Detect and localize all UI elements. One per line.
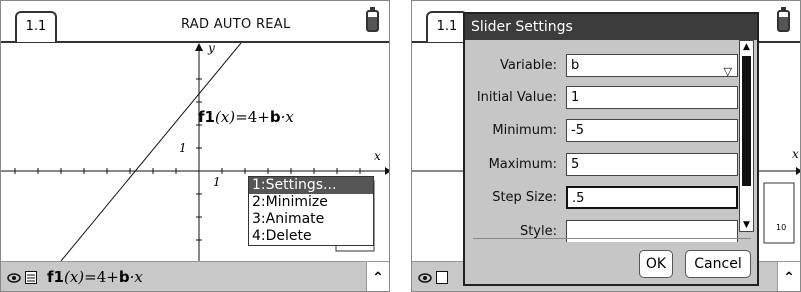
menu-item-animate[interactable]: 3:Animate: [249, 211, 373, 228]
tick-10-label: 10: [776, 223, 787, 232]
initial-row: Initial Value: 1: [465, 86, 738, 110]
minimum-row: Minimum: -5: [465, 119, 738, 143]
entry-func-name: f1: [47, 268, 64, 286]
x-axis-label-right: x: [792, 147, 799, 161]
x-axis-arrow: [385, 167, 389, 175]
status-text: RAD AUTO REAL: [181, 17, 291, 32]
maximum-row: Maximum: 5: [465, 153, 738, 177]
dropdown-arrow-icon: ▽: [723, 65, 732, 78]
maximum-field[interactable]: 5: [566, 153, 738, 176]
battery-icon: [366, 7, 379, 32]
entry-line-bar: f1(x)=4+b·x ⌃: [1, 261, 389, 291]
context-menu: 1:Settings... 2:Minimize 3:Animate 4:Del…: [248, 176, 374, 246]
function-label[interactable]: f1(x)=4+b·x: [198, 108, 294, 126]
step-label: Step Size:: [492, 190, 557, 205]
scroll-down-icon[interactable]: ▼: [741, 219, 752, 231]
y-axis-arrow: [195, 43, 203, 51]
entry-func-pre: =4+: [84, 268, 119, 286]
dialog-scrollbar[interactable]: ▲ ▼: [739, 40, 754, 232]
eye-icon[interactable]: [7, 271, 21, 285]
maximum-label: Maximum:: [488, 157, 557, 172]
dialog-body: Variable: b ▽ Initial Value: 1 Minimum: -…: [465, 40, 757, 242]
variable-dropdown[interactable]: b ▽: [566, 54, 738, 78]
minimum-field[interactable]: -5: [566, 119, 738, 142]
function-post: ·x: [280, 108, 294, 126]
left-screen: 1.1 RAD AUTO REAL y x 1 1 f1(x)=4+b·x 1:…: [0, 0, 390, 292]
step-size-field[interactable]: .5: [566, 186, 738, 209]
x-tick-label: 1: [213, 175, 221, 189]
cancel-button[interactable]: Cancel: [685, 250, 751, 278]
style-label: Style:: [519, 224, 557, 239]
scroll-thumb[interactable]: [742, 56, 751, 186]
variable-row: Variable: b ▽: [465, 54, 738, 78]
entry-func-b: b: [118, 268, 130, 286]
initial-value-field[interactable]: 1: [566, 86, 738, 109]
slider-settings-dialog: Slider Settings Variable: b ▽ Initial Val…: [463, 12, 759, 286]
tab-1-1[interactable]: 1.1: [15, 11, 57, 42]
menu-item-settings[interactable]: 1:Settings...: [249, 177, 373, 194]
dialog-title: Slider Settings: [465, 14, 757, 40]
function-name: f1: [198, 108, 215, 126]
battery-icon-right: [777, 7, 790, 32]
x-axis-label: x: [374, 149, 381, 163]
variable-value: b: [571, 58, 580, 73]
ok-button[interactable]: OK: [639, 250, 673, 278]
function-pre: =4+: [235, 108, 270, 126]
scroll-up-icon[interactable]: ▲: [741, 41, 752, 53]
entry-func-arg: (x): [63, 268, 85, 286]
menu-item-minimize[interactable]: 2:Minimize: [249, 194, 373, 211]
variable-label: Variable:: [499, 58, 557, 73]
list-icon-right[interactable]: [436, 271, 448, 284]
menu-item-delete[interactable]: 4:Delete: [249, 228, 373, 245]
minimum-label: Minimum:: [492, 123, 557, 138]
chevron-up-icon-right[interactable]: ⌃: [777, 262, 800, 291]
entry-func-post: ·x: [129, 268, 143, 286]
function-arg: (x): [214, 108, 236, 126]
y-axis-label: y: [208, 41, 215, 55]
chevron-up-icon[interactable]: ⌃: [366, 262, 389, 291]
initial-label: Initial Value:: [476, 90, 557, 105]
function-b: b: [269, 108, 281, 126]
eye-icon-right[interactable]: [418, 271, 432, 285]
y-tick-label: 1: [179, 141, 187, 155]
entry-line-function[interactable]: f1(x)=4+b·x: [47, 268, 143, 286]
function-graph-line: [60, 43, 242, 261]
tab-bar: 1.1 RAD AUTO REAL: [1, 1, 389, 43]
list-icon[interactable]: [25, 271, 37, 284]
step-row: Step Size: .5: [465, 186, 738, 210]
dialog-separator: [473, 238, 751, 239]
tab-1-1-right[interactable]: 1.1: [426, 11, 468, 42]
